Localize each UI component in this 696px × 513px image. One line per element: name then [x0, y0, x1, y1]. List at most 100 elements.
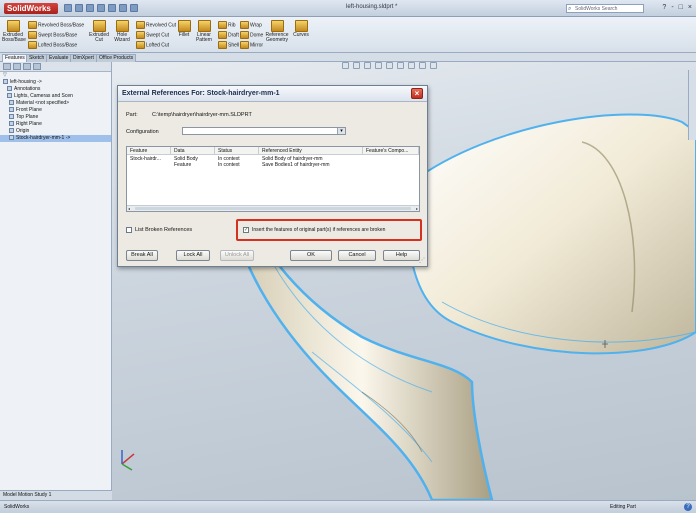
appearance-icon[interactable]: [419, 62, 426, 69]
undo-icon[interactable]: [108, 4, 116, 12]
tree-item-annotations[interactable]: Annotations: [0, 86, 111, 93]
tool-reference-geometry[interactable]: Reference Geometry: [264, 20, 290, 43]
revolve-boss-icon: [28, 21, 37, 29]
tree-item-front-plane[interactable]: Front Plane: [0, 107, 111, 114]
dialog-title-bar[interactable]: External References For: Stock-hairdryer…: [118, 86, 427, 102]
wrap-icon: [240, 21, 249, 29]
help-icon[interactable]: ?: [662, 4, 666, 12]
configuration-select[interactable]: ▾: [182, 127, 346, 135]
column-header-status[interactable]: Status: [215, 147, 259, 155]
insert-features-checkbox[interactable]: ✓: [243, 227, 249, 233]
tool-swept-cut[interactable]: Swept Cut: [136, 31, 169, 39]
new-icon[interactable]: [64, 4, 72, 12]
cell-entity: Save Bodies1 of hairdryer-mm: [262, 162, 330, 168]
help-icon[interactable]: ?: [684, 503, 692, 511]
list-broken-references-label: List Broken References: [135, 227, 193, 233]
close-icon[interactable]: ×: [688, 4, 692, 12]
tool-lofted-cut[interactable]: Lofted Cut: [136, 41, 169, 49]
tool-fillet[interactable]: Fillet: [176, 20, 192, 38]
task-pane-tabs[interactable]: [688, 70, 696, 140]
ref-geometry-icon: [270, 20, 284, 32]
list-broken-references-checkbox[interactable]: [126, 227, 132, 233]
tool-mirror[interactable]: Mirror: [240, 41, 263, 49]
tool-revolved-cut[interactable]: Revolved Cut: [136, 21, 176, 29]
tool-draft[interactable]: Draft: [218, 31, 239, 39]
tool-dome[interactable]: Dome: [240, 31, 263, 39]
scrollbar-thumb[interactable]: [135, 207, 411, 210]
help-button[interactable]: Help: [383, 250, 420, 261]
tool-wrap[interactable]: Wrap: [240, 21, 262, 29]
dimxpert-manager-icon[interactable]: [33, 63, 41, 70]
ok-button[interactable]: OK: [290, 250, 332, 261]
zoom-area-icon[interactable]: [353, 62, 360, 69]
resize-grip-icon[interactable]: ⋰: [419, 257, 425, 264]
options-icon[interactable]: [130, 4, 138, 12]
solidworks-logo[interactable]: SolidWorks: [4, 3, 58, 14]
tool-extruded-cut[interactable]: Extruded Cut: [88, 20, 110, 43]
hide-show-icon[interactable]: [408, 62, 415, 69]
mirror-icon: [240, 41, 249, 49]
close-icon[interactable]: ×: [411, 88, 423, 99]
tool-label: Linear Pattern: [195, 32, 213, 43]
dome-icon: [240, 31, 249, 39]
part-icon: [3, 79, 8, 84]
quick-access-toolbar: [64, 4, 138, 12]
horizontal-scrollbar[interactable]: ◂ ▸: [127, 205, 419, 211]
extrude-boss-icon: [6, 20, 20, 32]
tool-rib[interactable]: Rib: [218, 21, 236, 29]
feature-tree-icon[interactable]: [3, 63, 11, 70]
zoom-fit-icon[interactable]: [342, 62, 349, 69]
open-icon[interactable]: [75, 4, 83, 12]
tree-item-origin[interactable]: Origin: [0, 128, 111, 135]
scroll-left-icon[interactable]: ◂: [128, 206, 130, 211]
minimize-icon[interactable]: -: [671, 4, 673, 12]
tool-lofted-boss[interactable]: Lofted Boss/Base: [28, 41, 77, 49]
break-all-button[interactable]: Break All: [126, 250, 158, 261]
cancel-button[interactable]: Cancel: [338, 250, 376, 261]
tree-item-stock[interactable]: Stock-hairdryer-mm-1 ->: [0, 135, 111, 142]
tool-extruded-boss[interactable]: Extruded Boss/Base: [2, 20, 26, 43]
rebuild-icon[interactable]: [119, 4, 127, 12]
unlock-all-button[interactable]: Unlock All: [220, 250, 254, 261]
view-orientation-icon[interactable]: [386, 62, 393, 69]
column-header-feature-component[interactable]: Feature's Compo...: [363, 147, 419, 155]
model-tabs[interactable]: Model Motion Study 1: [0, 490, 112, 500]
annotations-icon: [7, 86, 12, 91]
tree-item-right-plane[interactable]: Right Plane: [0, 121, 111, 128]
tool-hole-wizard[interactable]: Hole Wizard: [112, 20, 132, 43]
feature-manager: ▽ left-housing -> Annotations Lights, Ca…: [0, 62, 112, 500]
scroll-right-icon[interactable]: ▸: [416, 206, 418, 211]
command-manager: Extruded Boss/Base Revolved Boss/Base Sw…: [0, 17, 696, 53]
search-input[interactable]: ⌕ SolidWorks Search: [566, 4, 644, 13]
insert-features-label: Insert the features of original part(s) …: [252, 227, 386, 233]
save-icon[interactable]: [86, 4, 94, 12]
column-header-data[interactable]: Data: [171, 147, 215, 155]
tree-item-lights[interactable]: Lights, Cameras and Scen: [0, 93, 111, 100]
filter-icon[interactable]: ▽: [0, 72, 111, 79]
tree-item-top-plane[interactable]: Top Plane: [0, 114, 111, 121]
print-icon[interactable]: [97, 4, 105, 12]
tool-swept-boss[interactable]: Swept Boss/Base: [28, 31, 77, 39]
tree-item-material[interactable]: Material <not specified>: [0, 100, 111, 107]
swept-cut-icon: [136, 31, 145, 39]
tool-shell[interactable]: Shell: [218, 41, 239, 49]
chevron-down-icon[interactable]: ▾: [337, 128, 345, 134]
display-style-icon[interactable]: [397, 62, 404, 69]
property-manager-icon[interactable]: [13, 63, 21, 70]
maximize-icon[interactable]: □: [679, 4, 683, 12]
tool-curves[interactable]: Curves: [292, 20, 310, 38]
column-header-feature[interactable]: Feature: [127, 147, 171, 155]
tool-label: Mirror: [250, 42, 264, 49]
section-view-icon[interactable]: [375, 62, 382, 69]
tool-linear-pattern[interactable]: Linear Pattern: [194, 20, 214, 43]
loft-icon: [28, 41, 37, 49]
tree-item-part[interactable]: left-housing ->: [0, 79, 111, 86]
tree-item-label: Material <not specified>: [16, 100, 70, 106]
configuration-manager-icon[interactable]: [23, 63, 31, 70]
stock-icon: [9, 135, 14, 140]
column-header-referenced-entity[interactable]: Referenced Entity: [259, 147, 363, 155]
previous-view-icon[interactable]: [364, 62, 371, 69]
scene-icon[interactable]: [430, 62, 437, 69]
tool-revolved-boss[interactable]: Revolved Boss/Base: [28, 21, 84, 29]
lock-all-button[interactable]: Lock All: [176, 250, 210, 261]
